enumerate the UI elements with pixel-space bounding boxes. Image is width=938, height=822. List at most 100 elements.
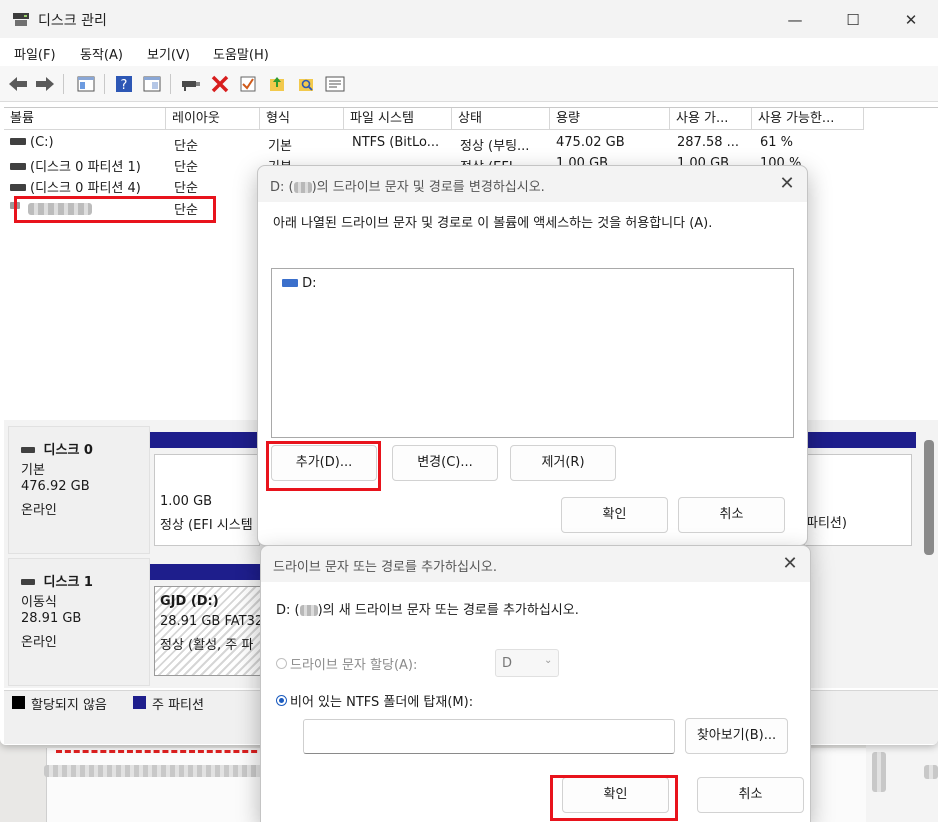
- maximize-button[interactable]: ☐: [830, 6, 876, 34]
- menu-file[interactable]: 파일(F): [14, 44, 56, 63]
- window-title: 디스크 관리: [38, 13, 107, 29]
- drive-icon: [10, 163, 26, 170]
- mount-folder-radio[interactable]: [276, 695, 287, 706]
- check-icon[interactable]: [237, 73, 259, 95]
- partition-status: 파티션): [806, 516, 847, 531]
- disk-1-status: 온라인: [21, 635, 57, 650]
- dialog-close-button[interactable]: ✕: [775, 172, 799, 196]
- chevron-down-icon: ⌄: [544, 655, 553, 666]
- layout-cell: 단순: [174, 181, 198, 196]
- disk-0-type: 기본: [21, 463, 45, 478]
- drive-letter-select[interactable]: D ⌄: [495, 649, 559, 677]
- folder-path-input[interactable]: [303, 719, 675, 754]
- column-header-filesystem[interactable]: 파일 시스템: [344, 108, 452, 130]
- svg-text:?: ?: [121, 78, 128, 93]
- minimize-button[interactable]: —: [772, 6, 818, 34]
- dialog-description: 아래 나열된 드라이브 문자 및 경로로 이 볼륨에 액세스하는 것을 허용합니…: [273, 216, 713, 231]
- drive-icon: [10, 138, 26, 145]
- toolbar-separator: [63, 74, 64, 94]
- menu-view[interactable]: 보기(V): [147, 44, 190, 63]
- toolbar-separator: [170, 74, 171, 94]
- drive-letter-value: D: [502, 656, 513, 671]
- disk-1-type: 이동식: [21, 595, 57, 610]
- blurred-text: [44, 765, 264, 777]
- drive-icon: [10, 184, 26, 191]
- column-header-volume[interactable]: 볼륨: [4, 108, 166, 130]
- table-row[interactable]: (C:): [10, 135, 54, 150]
- disk-0-status: 온라인: [21, 503, 57, 518]
- disk-0-label[interactable]: 디스크 0 기본 476.92 GB 온라인: [8, 426, 150, 554]
- toolbar: ?: [0, 66, 938, 102]
- layout-cell: 단순: [174, 160, 198, 175]
- disk-0-name: 디스크 0: [21, 439, 93, 458]
- column-header-free-space[interactable]: 사용 가...: [670, 108, 752, 130]
- browse-button[interactable]: 찾아보기(B)...: [685, 718, 788, 754]
- cancel-button[interactable]: 취소: [678, 497, 785, 533]
- assign-letter-radio[interactable]: [276, 658, 287, 669]
- table-row[interactable]: (디스크 0 파티션 4): [10, 177, 141, 196]
- forward-icon[interactable]: [34, 73, 56, 95]
- blurred-volume-name: [293, 182, 312, 193]
- vertical-scrollbar[interactable]: [924, 440, 934, 555]
- disk-1-size: 28.91 GB: [21, 611, 82, 626]
- free-space-cell: 287.58 ...: [677, 135, 740, 150]
- blurred-text: [924, 765, 938, 779]
- column-header-type[interactable]: 형식: [260, 108, 344, 130]
- menu-action[interactable]: 동작(A): [80, 44, 123, 63]
- ok-button[interactable]: 확인: [561, 497, 668, 533]
- toolbar-separator: [104, 74, 105, 94]
- help-icon[interactable]: ?: [113, 73, 135, 95]
- disk-0-partition-efi[interactable]: 1.00 GB 정상 (EFI 시스템: [150, 432, 260, 550]
- disk-1-label[interactable]: 디스크 1 이동식 28.91 GB 온라인: [8, 558, 150, 686]
- dialog-title: 드라이브 문자 또는 경로를 추가하십시오.: [273, 560, 497, 575]
- disk-icon: [21, 578, 35, 585]
- highlight-box: [266, 441, 381, 491]
- type-cell: 기본: [268, 139, 292, 154]
- list-icon[interactable]: [324, 73, 346, 95]
- highlight-box: [550, 775, 678, 821]
- table-row[interactable]: (디스크 0 파티션 1): [10, 156, 141, 175]
- remove-button[interactable]: 제거(R): [510, 445, 616, 481]
- primary-partition-bar: [150, 564, 262, 580]
- layout-cell: 단순: [174, 139, 198, 154]
- legend-primary: 주 파티션: [152, 698, 204, 713]
- close-button[interactable]: ✕: [888, 6, 934, 34]
- assign-letter-label: 드라이브 문자 할당(A):: [290, 658, 418, 673]
- cancel-button[interactable]: 취소: [697, 777, 804, 813]
- menu-help[interactable]: 도움말(H): [213, 44, 269, 63]
- dialog-close-button[interactable]: ✕: [778, 552, 802, 576]
- partition-status: 정상 (EFI 시스템: [160, 518, 253, 533]
- primary-partition-bar: [150, 432, 260, 448]
- change-drive-letter-dialog: D: ()의 드라이브 문자 및 경로를 변경하십시오. ✕ 아래 나열된 드라…: [257, 165, 808, 546]
- column-header-percent-free[interactable]: 사용 가능한...: [752, 108, 864, 130]
- mount-folder-label: 비어 있는 NTFS 폴더에 탑재(M):: [290, 695, 474, 710]
- connect-icon[interactable]: [180, 73, 202, 95]
- partition-body: [804, 454, 912, 546]
- highlight-box: [14, 196, 216, 223]
- disk-1-name: 디스크 1: [21, 571, 93, 590]
- folder-up-icon[interactable]: [266, 73, 288, 95]
- filesystem-cell: NTFS (BitLo...: [352, 135, 440, 150]
- partition-size: 28.91 GB FAT32: [160, 614, 264, 629]
- list-item-label: D:: [302, 276, 317, 291]
- column-header-capacity[interactable]: 용량: [550, 108, 670, 130]
- drive-path-list[interactable]: D:: [271, 268, 794, 438]
- search-folder-icon[interactable]: [295, 73, 317, 95]
- partition-status: 정상 (활성, 주 파: [160, 638, 254, 653]
- column-header-layout[interactable]: 레이아웃: [166, 108, 260, 130]
- console-tree-icon[interactable]: [141, 73, 163, 95]
- partition-size: 1.00 GB: [160, 494, 213, 509]
- disk-0-partition-right[interactable]: 파티션): [804, 432, 916, 550]
- back-icon[interactable]: [7, 73, 29, 95]
- blurred-text: [872, 752, 886, 792]
- disk-icon: [21, 446, 35, 453]
- partition-label: GJD (D:): [160, 594, 219, 609]
- percent-free-cell: 61 %: [760, 135, 794, 150]
- delete-icon[interactable]: [209, 73, 231, 95]
- disk-1-partition-d[interactable]: GJD (D:) 28.91 GB FAT32 정상 (활성, 주 파: [150, 564, 264, 684]
- list-item[interactable]: D:: [282, 276, 317, 291]
- change-button[interactable]: 변경(C)...: [392, 445, 498, 481]
- primary-partition-bar: [804, 432, 916, 448]
- column-header-status[interactable]: 상태: [452, 108, 550, 130]
- properties-icon[interactable]: [75, 73, 97, 95]
